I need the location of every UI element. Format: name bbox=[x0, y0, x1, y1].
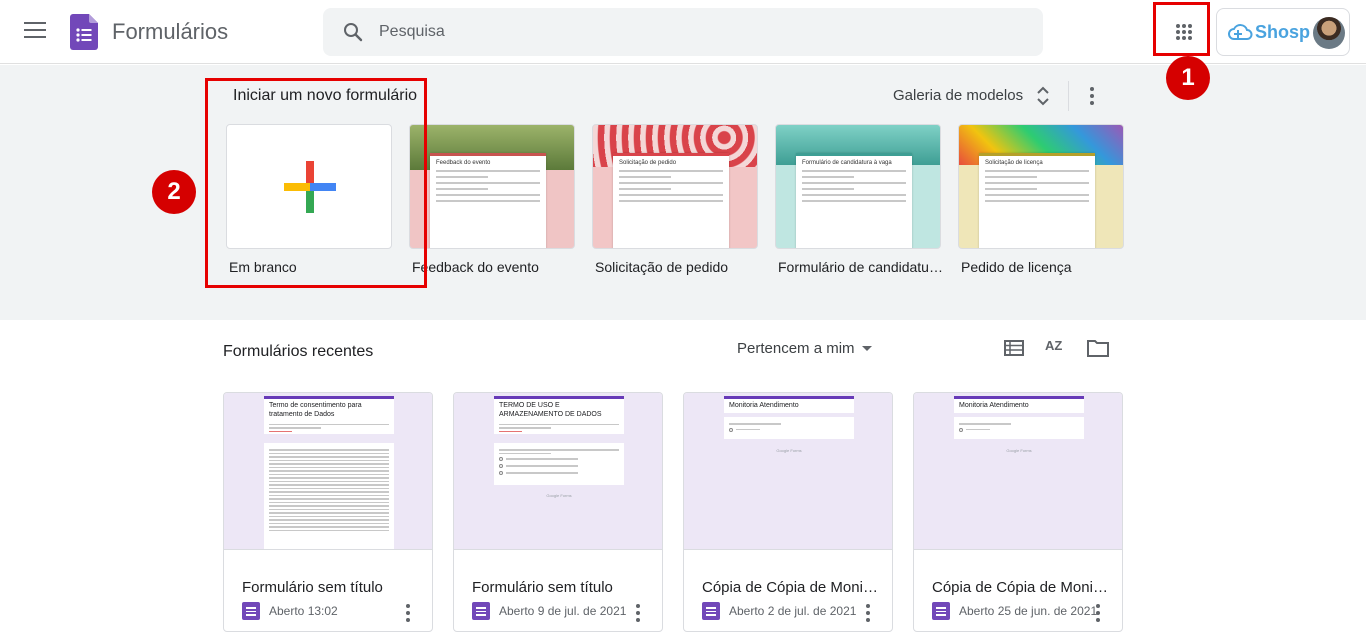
form-preview-footer: Google Forms bbox=[546, 493, 572, 498]
template-label: Formulário de candidatura a vaga bbox=[778, 259, 944, 275]
form-preview-title: Monitoria Atendimento bbox=[959, 402, 1029, 409]
last-opened-text: Aberto 13:02 bbox=[269, 604, 338, 618]
search-bar[interactable] bbox=[323, 8, 1043, 56]
form-preview-body bbox=[264, 443, 394, 549]
template-gallery-button[interactable]: Galeria de modelos bbox=[893, 87, 1023, 104]
forms-file-icon bbox=[932, 602, 950, 620]
forms-file-icon bbox=[242, 602, 260, 620]
order-request-template[interactable]: Solicitação de pedido Solicitação de ped… bbox=[592, 124, 758, 275]
list-view-icon[interactable] bbox=[1004, 340, 1024, 356]
form-title[interactable]: Formulário sem título bbox=[472, 579, 648, 596]
template-card-title: Feedback do evento bbox=[436, 160, 491, 166]
template-card: Solicitação de pedido bbox=[613, 153, 729, 248]
template-card-title: Formulário de candidatura à vaga bbox=[802, 160, 892, 166]
form-preview-header: Monitoria Atendimento bbox=[954, 396, 1084, 413]
form-preview-header: Monitoria Atendimento bbox=[724, 396, 854, 413]
form-preview-question bbox=[954, 417, 1084, 439]
event-feedback-thumbnail[interactable]: Feedback do evento bbox=[409, 124, 575, 249]
account-switcher[interactable]: Shosp bbox=[1216, 8, 1350, 56]
form-preview-header: Termo de consentimento para tratamento d… bbox=[264, 396, 394, 434]
template-card-title: Solicitação de licença bbox=[985, 160, 1043, 166]
form-preview-question bbox=[494, 443, 624, 485]
more-options-icon[interactable] bbox=[636, 604, 640, 625]
folder-picker-icon[interactable] bbox=[1087, 339, 1109, 357]
job-application-template[interactable]: Formulário de candidatura à vaga Formulá… bbox=[775, 124, 944, 275]
last-opened-text: Aberto 2 de jul. de 2021 bbox=[729, 604, 857, 618]
divider bbox=[1068, 81, 1069, 111]
form-title[interactable]: Formulário sem título bbox=[242, 579, 418, 596]
forms-logo-icon[interactable] bbox=[70, 14, 98, 50]
form-thumbnail: TERMO DE USO E ARMAZENAMENTO DE DADOS Go… bbox=[454, 393, 662, 550]
recent-form-card[interactable]: Monitoria Atendimento Google Forms Cópia… bbox=[913, 392, 1123, 632]
forms-file-icon bbox=[472, 602, 490, 620]
last-opened-text: Aberto 9 de jul. de 2021 bbox=[499, 604, 627, 618]
recent-form-card[interactable]: Monitoria Atendimento Google Forms Cópia… bbox=[683, 392, 893, 632]
last-opened-text: Aberto 25 de jun. de 2021 bbox=[959, 604, 1098, 618]
recent-forms-title: Formulários recentes bbox=[223, 343, 374, 360]
form-preview-question bbox=[724, 417, 854, 439]
main-menu-icon[interactable] bbox=[24, 22, 46, 40]
annotation-highlight-blank bbox=[205, 78, 427, 288]
search-icon[interactable] bbox=[341, 20, 365, 44]
recent-form-card[interactable]: Termo de consentimento para tratamento d… bbox=[223, 392, 433, 632]
brand-cloud-icon bbox=[1228, 24, 1253, 40]
caret-down-icon[interactable] bbox=[862, 346, 872, 351]
more-options-icon[interactable] bbox=[406, 604, 410, 625]
recent-form-card[interactable]: TERMO DE USO E ARMAZENAMENTO DE DADOS Go… bbox=[453, 392, 663, 632]
form-preview-title: Termo de consentimento para tratamento d… bbox=[269, 402, 362, 418]
more-options-icon[interactable] bbox=[866, 604, 870, 625]
more-options-icon[interactable] bbox=[1096, 604, 1100, 625]
form-preview-title: Monitoria Atendimento bbox=[729, 402, 799, 409]
sort-az-icon[interactable]: AZ bbox=[1045, 338, 1067, 358]
template-card: Formulário de candidatura à vaga bbox=[796, 153, 912, 248]
template-label: Pedido de licença bbox=[961, 259, 1072, 275]
gallery-more-icon[interactable] bbox=[1090, 87, 1094, 108]
form-thumbnail: Monitoria Atendimento Google Forms bbox=[684, 393, 892, 550]
app-title[interactable]: Formulários bbox=[112, 19, 228, 45]
template-card-title: Solicitação de pedido bbox=[619, 160, 677, 166]
leave-request-thumbnail[interactable]: Solicitação de licença bbox=[958, 124, 1124, 249]
form-thumbnail: Termo de consentimento para tratamento d… bbox=[224, 393, 432, 550]
template-card: Feedback do evento bbox=[430, 153, 546, 248]
form-thumbnail: Monitoria Atendimento Google Forms bbox=[914, 393, 1122, 550]
form-preview-footer: Google Forms bbox=[1006, 448, 1032, 453]
unfold-more-icon[interactable] bbox=[1034, 85, 1052, 107]
form-preview-title: TERMO DE USO E ARMAZENAMENTO DE DADOS bbox=[499, 402, 602, 418]
form-preview-header: TERMO DE USO E ARMAZENAMENTO DE DADOS bbox=[494, 396, 624, 434]
leave-request-template[interactable]: Solicitação de licença Pedido de licença bbox=[958, 124, 1124, 275]
form-preview-footer: Google Forms bbox=[776, 448, 802, 453]
annotation-highlight-apps bbox=[1153, 2, 1210, 56]
template-label: Solicitação de pedido bbox=[595, 259, 729, 275]
form-title[interactable]: Cópia de Cópia de Monitoria Atendimento bbox=[932, 579, 1108, 596]
annotation-badge-1: 1 bbox=[1166, 56, 1210, 100]
form-title[interactable]: Cópia de Cópia de Monitoria Atendimento bbox=[702, 579, 878, 596]
job-application-thumbnail[interactable]: Formulário de candidatura à vaga bbox=[775, 124, 941, 249]
search-input[interactable] bbox=[379, 20, 1019, 44]
order-request-thumbnail[interactable]: Solicitação de pedido bbox=[592, 124, 758, 249]
event-feedback-template[interactable]: Feedback do evento Feedback do evento bbox=[409, 124, 575, 275]
account-brand-label: Shosp bbox=[1255, 22, 1311, 42]
annotation-badge-2: 2 bbox=[152, 170, 196, 214]
owner-filter-dropdown[interactable]: Pertencem a mim bbox=[737, 340, 855, 357]
forms-file-icon bbox=[702, 602, 720, 620]
template-card: Solicitação de licença bbox=[979, 153, 1095, 248]
avatar[interactable] bbox=[1313, 17, 1345, 49]
template-label: Feedback do evento bbox=[412, 259, 539, 275]
